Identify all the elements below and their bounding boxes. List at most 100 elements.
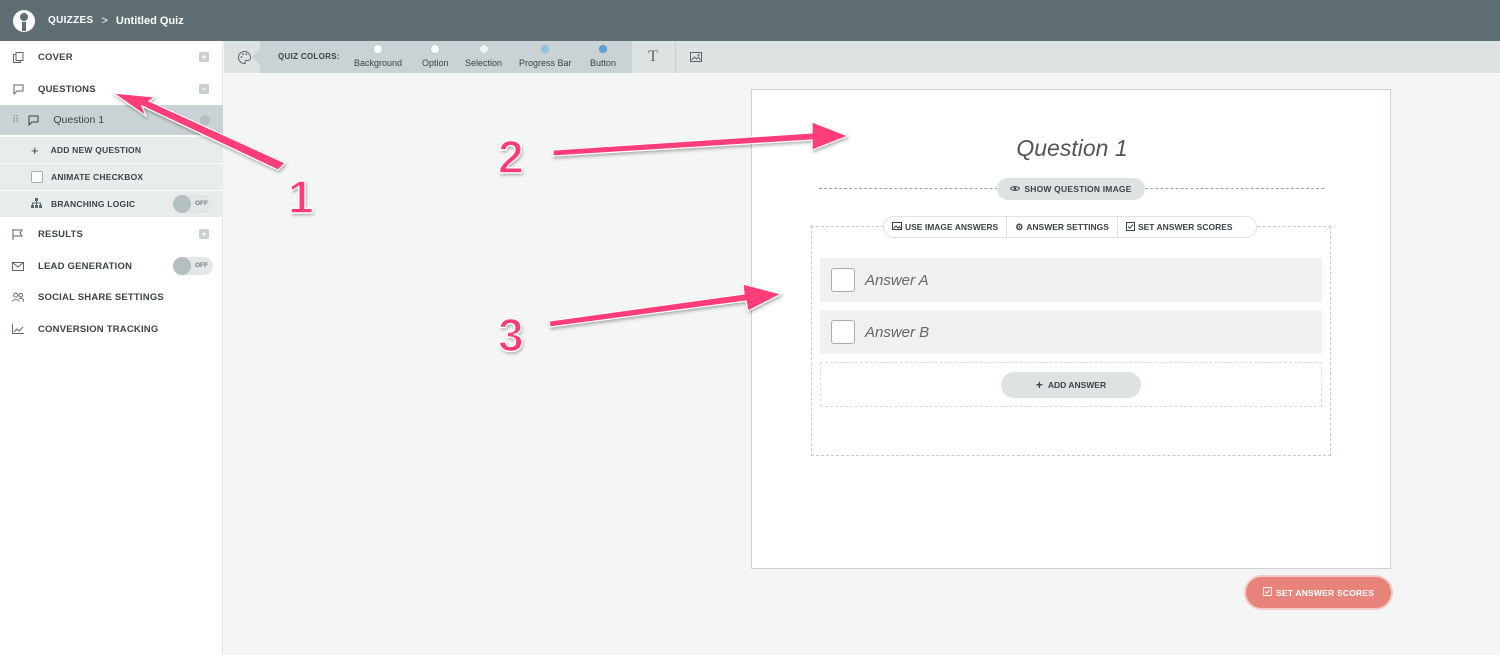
swatch-dot (540, 44, 551, 54)
answer-settings-label: ANSWER SETTINGS (1026, 222, 1109, 232)
toggle-knob (173, 257, 191, 275)
flag-icon (12, 228, 24, 240)
question-item-label: Question 1 (53, 114, 105, 126)
swatch-label: Option (422, 58, 449, 68)
sitemap-icon (31, 195, 42, 213)
drag-handle-icon[interactable]: ⠿ (12, 115, 19, 126)
swatch-label: Background (354, 58, 403, 68)
breadcrumb-current[interactable]: Untitled Quiz (116, 15, 184, 27)
eye-icon (1010, 184, 1021, 194)
swatch-option[interactable]: Option (422, 44, 449, 68)
use-image-answers-button[interactable]: USE IMAGE ANSWERS (884, 216, 1008, 238)
sidebar-item-cover[interactable]: COVER + (0, 45, 223, 69)
app-logo-icon[interactable] (12, 9, 36, 33)
use-image-answers-label: USE IMAGE ANSWERS (905, 222, 999, 232)
question-status-dot (200, 115, 210, 125)
line-chart-icon (12, 323, 24, 335)
comment-icon (12, 83, 24, 95)
set-answer-scores-button-label: SET ANSWER SCORES (1275, 587, 1374, 598)
lead-generation-toggle[interactable]: OFF (173, 257, 213, 275)
swatch-label: Progress Bar (519, 58, 572, 68)
annotation-number-3: 3 (497, 308, 524, 362)
swatch-label: Button (590, 58, 617, 68)
animate-checkbox-row[interactable]: ANIMATE CHECKBOX (0, 164, 223, 190)
users-icon (12, 291, 24, 303)
sidebar: COVER + QUESTIONS − ⠿ Question 1 + ADD N… (0, 41, 223, 655)
swatch-dot (598, 44, 609, 54)
sidebar-item-label: RESULTS (38, 228, 84, 240)
sidebar-item-question-1[interactable]: ⠿ Question 1 (0, 105, 223, 135)
annotation-arrow-3 (548, 283, 783, 328)
sidebar-item-label: SOCIAL SHARE SETTINGS (38, 291, 164, 303)
image-icon[interactable] (688, 49, 704, 65)
question-card: Question 1 SHOW QUESTION IMAGE USE IMAGE… (751, 89, 1391, 569)
comment-icon (27, 114, 39, 126)
collapse-questions-icon[interactable]: − (199, 84, 209, 94)
set-answer-scores-button[interactable]: SET ANSWER SCORES (1246, 577, 1391, 608)
swatch-background[interactable]: Background (354, 44, 402, 68)
answer-checkbox[interactable] (831, 320, 855, 344)
answer-checkbox[interactable] (831, 268, 855, 292)
set-answer-scores-option[interactable]: SET ANSWER SCORES (1118, 216, 1241, 238)
sidebar-item-label: COVER (38, 51, 73, 63)
animate-checkbox[interactable] (31, 171, 43, 183)
quiz-colors-label: QUIZ COLORS: (278, 52, 340, 61)
swatch-selection[interactable]: Selection (465, 44, 502, 68)
sidebar-item-lead-generation[interactable]: LEAD GENERATION OFF (0, 254, 223, 278)
envelope-icon (12, 260, 24, 272)
branching-logic-label: BRANCHING LOGIC (51, 199, 136, 209)
palette-icon[interactable] (236, 49, 252, 65)
answer-settings-button[interactable]: ⚙ ANSWER SETTINGS (1007, 216, 1118, 238)
sidebar-item-label: LEAD GENERATION (38, 260, 133, 272)
toggle-state: OFF (195, 200, 208, 207)
toggle-knob (173, 195, 191, 213)
sidebar-item-social-share[interactable]: SOCIAL SHARE SETTINGS (0, 285, 223, 309)
add-new-question-button[interactable]: + ADD NEW QUESTION (0, 137, 223, 163)
set-answer-scores-label: SET ANSWER SCORES (1137, 222, 1233, 232)
answer-options-bar: USE IMAGE ANSWERS ⚙ ANSWER SETTINGS SET … (883, 216, 1257, 238)
gear-icon: ⚙ (1015, 221, 1024, 232)
breadcrumb-quizzes[interactable]: QUIZZES (48, 15, 93, 26)
answer-row-b[interactable]: Answer B (820, 310, 1322, 354)
branching-logic-row[interactable]: BRANCHING LOGIC OFF (0, 191, 223, 217)
plus-icon: + (1035, 378, 1043, 392)
swatch-label: Selection (465, 58, 503, 68)
annotation-number-1: 1 (287, 170, 314, 224)
sidebar-item-label: QUESTIONS (38, 83, 96, 95)
text-format-icon[interactable]: T (645, 48, 661, 65)
animate-checkbox-label: ANIMATE CHECKBOX (51, 172, 144, 182)
toolbar-divider (675, 41, 676, 73)
swatch-dot (478, 44, 489, 54)
show-question-image-button[interactable]: SHOW QUESTION IMAGE (997, 178, 1145, 200)
answer-row-a[interactable]: Answer A (820, 258, 1322, 302)
answer-text[interactable]: Answer B (865, 324, 929, 341)
sidebar-item-label: CONVERSION TRACKING (38, 323, 159, 335)
add-new-question-label: ADD NEW QUESTION (50, 145, 142, 155)
editor-toolbar: QUIZ COLORS: Background Option Selection… (224, 41, 1500, 73)
plus-icon: + (31, 142, 39, 158)
pages-icon (12, 51, 24, 63)
add-cover-icon[interactable]: + (199, 52, 209, 62)
panel-pointer (252, 49, 260, 65)
add-answer-label: ADD ANSWER (1047, 380, 1107, 390)
add-result-icon[interactable]: + (199, 229, 209, 239)
toggle-state: OFF (195, 262, 208, 269)
answer-text[interactable]: Answer A (865, 272, 929, 289)
add-answer-button[interactable]: + ADD ANSWER (1001, 372, 1141, 398)
swatch-button[interactable]: Button (590, 44, 616, 68)
show-question-image-label: SHOW QUESTION IMAGE (1024, 184, 1132, 194)
sidebar-item-conversion-tracking[interactable]: CONVERSION TRACKING (0, 317, 223, 341)
annotation-number-2: 2 (497, 130, 524, 184)
question-title[interactable]: Question 1 (752, 135, 1392, 162)
sidebar-item-results[interactable]: RESULTS + (0, 222, 223, 246)
sidebar-item-questions[interactable]: QUESTIONS − (0, 77, 223, 101)
breadcrumb-separator: > (101, 14, 108, 27)
quiz-colors-panel: QUIZ COLORS: Background Option Selection… (252, 41, 632, 73)
branching-logic-toggle[interactable]: OFF (173, 195, 213, 213)
swatch-dot (430, 44, 441, 54)
swatch-progress-bar[interactable]: Progress Bar (519, 44, 572, 68)
swatch-dot (373, 44, 384, 54)
top-bar: QUIZZES > Untitled Quiz (0, 0, 1500, 41)
checkbox-check-icon (1125, 221, 1135, 233)
checkbox-check-icon (1262, 587, 1272, 598)
